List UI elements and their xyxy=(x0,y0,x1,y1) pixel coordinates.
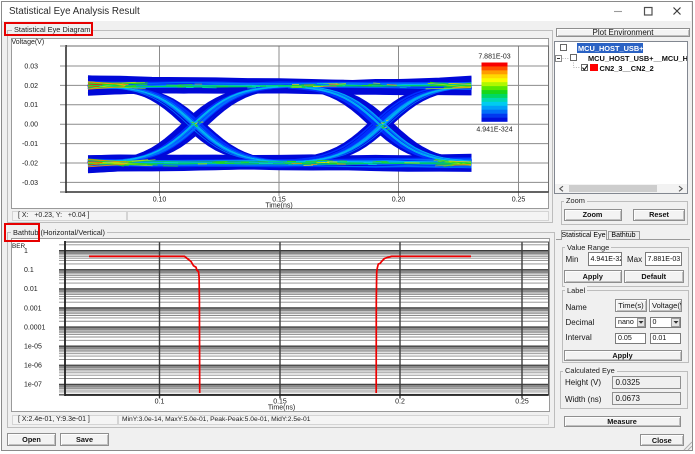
svg-text:0.10: 0.10 xyxy=(152,196,166,203)
svg-text:0.02: 0.02 xyxy=(24,82,38,89)
svg-text:4.941E-324: 4.941E-324 xyxy=(476,126,512,133)
svg-text:1e-05: 1e-05 xyxy=(24,344,42,351)
svg-text:1: 1 xyxy=(24,248,28,255)
svg-text:Time(ns): Time(ns) xyxy=(265,202,292,209)
svg-text:0.1: 0.1 xyxy=(24,267,34,274)
svg-text:-0.02: -0.02 xyxy=(22,160,38,167)
svg-text:0.2: 0.2 xyxy=(395,399,405,406)
svg-text:1e-06: 1e-06 xyxy=(24,363,42,370)
svg-text:0.00: 0.00 xyxy=(24,121,38,128)
svg-text:0.0001: 0.0001 xyxy=(24,324,46,331)
svg-text:7.881E-03: 7.881E-03 xyxy=(478,53,510,60)
svg-text:Voltage(V): Voltage(V) xyxy=(11,39,44,46)
svg-text:0.01: 0.01 xyxy=(24,286,38,293)
svg-text:0.25: 0.25 xyxy=(515,399,529,406)
svg-text:0.001: 0.001 xyxy=(24,305,42,312)
svg-text:0.1: 0.1 xyxy=(154,399,164,406)
svg-text:Time(ns): Time(ns) xyxy=(267,405,294,412)
svg-text:0.03: 0.03 xyxy=(24,63,38,70)
svg-text:1e-07: 1e-07 xyxy=(24,382,42,389)
svg-text:0.01: 0.01 xyxy=(24,102,38,109)
svg-text:-0.03: -0.03 xyxy=(22,179,38,186)
svg-text:0.25: 0.25 xyxy=(511,196,525,203)
svg-text:-0.01: -0.01 xyxy=(22,141,38,148)
svg-text:0.20: 0.20 xyxy=(391,196,405,203)
